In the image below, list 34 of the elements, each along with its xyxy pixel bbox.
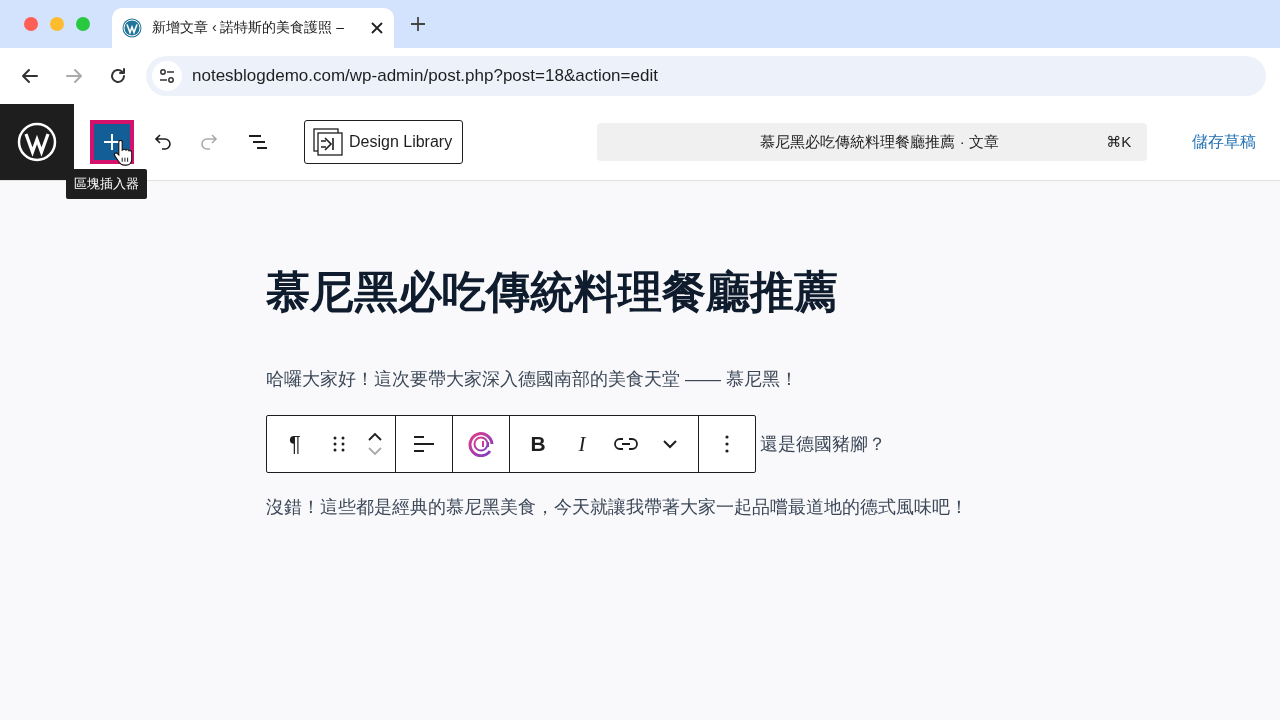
paragraph[interactable]: 沒錯！這些都是經典的慕尼黑美食，今天就讓我帶著大家一起品嚐最道地的德式風味吧！ xyxy=(266,493,1280,521)
italic-button[interactable]: I xyxy=(560,422,604,466)
shortcut-hint: ⌘K xyxy=(1106,133,1132,151)
paragraph[interactable]: 哈囉大家好！這次要帶大家深入德國南部的美食天堂 —— 慕尼黑！ xyxy=(266,365,1280,393)
close-icon xyxy=(370,21,384,35)
tab-title: 新增文章 ‹ 諾特斯的美食護照 – xyxy=(152,19,346,37)
tooltip: 區塊插入器 xyxy=(66,169,147,199)
command-bar[interactable]: 慕尼黑必吃傳統料理餐廳推薦 · 文章 ⌘K xyxy=(597,123,1148,161)
forward-arrow-icon xyxy=(64,66,84,86)
url-text: notesblogdemo.com/wp-admin/post.php?post=18&action=edit xyxy=(192,66,658,86)
paragraph-block-button[interactable]: ¶ xyxy=(273,422,317,466)
address-bar[interactable]: notesblogdemo.com/wp-admin/post.php?post=18&action=edit xyxy=(146,56,1266,96)
paragraph[interactable]: 還是德國豬腳？ xyxy=(760,430,886,458)
chevron-down-icon xyxy=(663,439,677,449)
align-left-icon xyxy=(413,434,435,454)
move-up-button[interactable] xyxy=(367,432,383,441)
wordpress-logo-icon xyxy=(17,122,57,162)
hand-cursor-icon xyxy=(112,140,135,167)
design-library-button[interactable]: Design Library xyxy=(304,120,464,164)
new-tab-icon xyxy=(410,16,426,32)
ai-icon xyxy=(468,431,494,457)
reload-icon xyxy=(108,66,128,86)
link-icon xyxy=(614,437,638,451)
browser-tab[interactable]: 新增文章 ‹ 諾特斯的美食護照 – xyxy=(112,8,394,48)
design-library-icon xyxy=(313,128,343,156)
document-title: 慕尼黑必吃傳統料理餐廳推薦 · 文章 xyxy=(759,132,1000,152)
bold-button[interactable]: B xyxy=(516,422,560,466)
more-vertical-icon xyxy=(725,435,729,453)
back-arrow-icon xyxy=(20,66,40,86)
site-settings-icon xyxy=(158,67,176,85)
save-draft-button[interactable]: 儲存草稿 xyxy=(1192,131,1256,153)
post-title[interactable]: 慕尼黑必吃傳統料理餐廳推薦 xyxy=(266,263,1280,321)
wordpress-logo-icon xyxy=(122,18,142,38)
drag-handle-icon xyxy=(332,435,346,453)
